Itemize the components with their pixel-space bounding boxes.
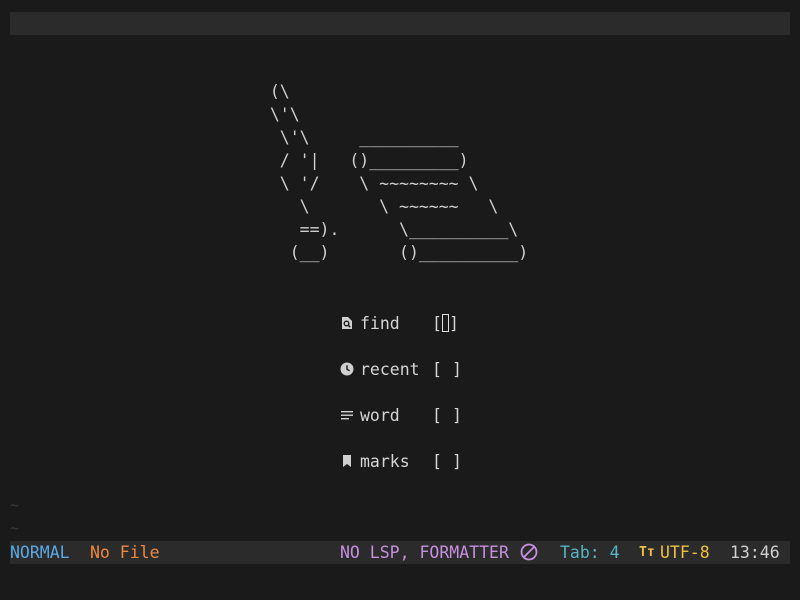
tab-size: Tab: 4 — [560, 543, 620, 562]
mode-indicator: NORMAL — [10, 543, 70, 562]
status-bar: NORMAL No File NO LSP, FORMATTER Tab: 4 … — [10, 541, 790, 564]
empty-line-marker: ~ — [10, 496, 20, 514]
file-search-icon — [342, 317, 352, 329]
menu-key: [ ] — [432, 406, 462, 425]
menu-label: word — [360, 405, 400, 425]
menu-item-find[interactable]: find [] — [340, 311, 462, 335]
file-name: No File — [90, 543, 160, 562]
menu-item-word[interactable]: word [ ] — [340, 403, 462, 427]
menu-key: [ ] — [432, 360, 462, 379]
top-bar — [10, 12, 790, 35]
menu-item-recent[interactable]: recent [ ] — [340, 357, 462, 381]
lsp-status: NO LSP, FORMATTER — [340, 543, 509, 562]
lines-icon — [341, 411, 353, 420]
menu-label: marks — [360, 451, 410, 471]
menu-label: recent — [360, 359, 420, 379]
file-encoding: UTF-8 — [660, 543, 710, 562]
menu-key: [] — [432, 314, 459, 333]
menu-label: find — [360, 313, 400, 333]
text-cursor — [442, 314, 449, 332]
ascii-art-logo: (\ \'\ \'\ __________ / '| ()_________) … — [269, 82, 529, 262]
menu-key: [ ] — [432, 452, 462, 471]
menu-item-marks[interactable]: marks [ ] — [340, 449, 462, 473]
ban-icon — [520, 543, 538, 561]
clock-time: 13:46 — [730, 543, 780, 562]
empty-line-marker: ~ — [10, 519, 20, 537]
dashboard-menu: find [] recent [ ] word [ ] marks [] — [340, 311, 462, 495]
encoding-icon: Tт — [639, 545, 655, 560]
bookmark-icon — [343, 455, 351, 467]
clock-icon — [340, 362, 354, 376]
